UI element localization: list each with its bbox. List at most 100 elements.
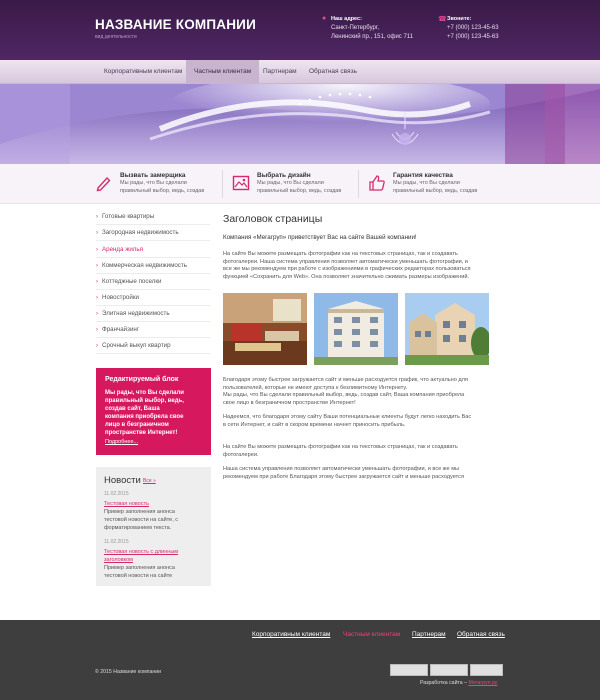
footer-link-partners[interactable]: Партнерам <box>412 631 446 638</box>
feature-divider <box>222 170 223 198</box>
paragraph-line: Благодаря этому быстрее загружается сайт… <box>223 377 468 383</box>
news-title: Новости <box>104 475 141 486</box>
news-link[interactable]: Тестовая новость <box>104 500 149 508</box>
news-link-line: заголовком <box>104 557 133 563</box>
sidebar-item-cottages[interactable]: › Коттеджные поселки <box>96 274 210 290</box>
footer-link-private[interactable]: Частным клиентам <box>343 631 400 638</box>
chevron-right-icon: › <box>96 263 98 269</box>
feature-text-line: Мы рады, что Вы сделали <box>120 180 187 186</box>
promo-block: Редактируемый блок Мы рады, что Вы сдела… <box>96 368 211 455</box>
promo-text-line: правильный выбор, ведь, <box>105 398 184 404</box>
news-block: Новости Все » 11.02.2015 Тестовая новост… <box>96 467 211 586</box>
site-footer: Корпоративным клиентам Частным клиентам … <box>0 620 600 700</box>
company-name[interactable]: НАЗВАНИЕ КОМПАНИИ <box>95 17 256 32</box>
chevron-right-icon: › <box>96 343 98 349</box>
sidebar-item-elite[interactable]: › Элитная недвижимость <box>96 306 210 322</box>
counter-badge[interactable] <box>390 664 428 676</box>
paragraph-line: рекомендуем при работе Благодаря этому б… <box>223 473 464 480</box>
promo-more-link[interactable]: Подробнее... <box>105 439 138 445</box>
news-text-line: форматированием текста. <box>104 525 172 531</box>
phone-label: Звоните: <box>447 16 472 22</box>
nav-item-corporate[interactable]: Корпоративным клиентам <box>96 60 190 84</box>
nav-item-feedback[interactable]: Обратная связь <box>301 60 365 84</box>
sidebar-item-rent[interactable]: › Аренда жилья <box>96 242 210 258</box>
pencil-icon <box>96 176 111 192</box>
sidebar-item-label: Аренда жилья <box>102 246 143 253</box>
promo-text-line: лицо в безграничном <box>105 422 169 428</box>
address-line-1: Санкт-Петербург, <box>331 25 379 31</box>
photo-townhouses[interactable] <box>405 293 489 365</box>
photo-interior[interactable] <box>223 293 307 365</box>
sidebar-item-label: Коммерческая недвижимость <box>102 262 187 269</box>
hero-banner <box>0 84 600 164</box>
page-title: Заголовок страницы <box>223 213 323 225</box>
building-image <box>314 293 398 365</box>
promo-text: Мы рады, что Вы сделали правильный выбор… <box>105 389 184 437</box>
paragraph: На сайте Вы можете размещать фотографии … <box>223 251 471 281</box>
news-text-line: тестовой новости на сайте, с <box>104 517 179 523</box>
sidebar-item-label: Новостройки <box>102 294 139 301</box>
phone-1: +7 (000) 123-45-63 <box>447 25 499 31</box>
paragraph-line: функцией «Сохранить для Web». Она позвол… <box>223 273 470 280</box>
feature-divider <box>358 170 359 198</box>
paragraph-line: фотогалереи. <box>223 451 259 458</box>
promo-text-line: пространстве Интернет! <box>105 430 178 436</box>
feature-text-line: правильный выбор, ведь, создав <box>120 187 205 194</box>
ceiling-illustration <box>0 84 600 164</box>
paragraph-line: свое лицо в безграничном пространстве Ин… <box>223 399 356 406</box>
promo-title: Редактируемый блок <box>105 376 179 383</box>
paragraph: На сайте Вы можете размещать фотографии … <box>223 444 458 459</box>
feature-text-quality: Мы рады, что Вы сделали правильный выбор… <box>393 180 477 195</box>
paragraph-line: Мы рады, что Вы сделали правильный выбор… <box>223 392 465 399</box>
phone-2: +7 (000) 123-45-63 <box>447 34 499 40</box>
photo-building[interactable] <box>314 293 398 365</box>
promo-text-line: Мы рады, что Вы сделали <box>105 390 184 396</box>
chevron-right-icon: › <box>96 279 98 285</box>
feature-text-line: Мы рады, что Вы сделали <box>257 180 324 186</box>
feature-text-measure: Мы рады, что Вы сделали правильный выбор… <box>120 180 204 195</box>
feature-title-quality[interactable]: Гарантия качества <box>393 172 453 179</box>
developer-credit: Разработка сайта – Мегагруп.ру <box>420 680 497 686</box>
sidebar-item-ready-apartments[interactable]: › Готовые квартиры <box>96 209 210 225</box>
paragraph-line: в сети Интернет, и сайт в скором времени… <box>223 421 406 428</box>
footer-link-feedback[interactable]: Обратная связь <box>457 631 505 638</box>
sidebar-item-label: Готовые квартиры <box>102 213 155 220</box>
features-bar: Вызвать замерщика Мы рады, что Вы сделал… <box>0 164 600 204</box>
sidebar-item-label: Элитная недвижимость <box>102 310 170 317</box>
townhouses-image <box>405 293 489 365</box>
news-text: Пример заполнения анонса тестовой новост… <box>104 508 178 532</box>
paragraph: Наша система управления позволяет автома… <box>223 466 464 481</box>
sidebar-item-label: Срочный выкуп квартир <box>102 342 171 349</box>
paragraph-line: На сайте Вы можете размещать фотографии … <box>223 444 458 450</box>
feature-title-design[interactable]: Выбрать дизайн <box>257 172 311 179</box>
developer-link[interactable]: Мегагруп.ру <box>468 680 497 686</box>
address-line-2: Ленинский пр., 151, офис 711 <box>331 34 414 40</box>
promo-text-line: создав сайт, Ваша <box>105 406 160 412</box>
counter-badge[interactable] <box>430 664 468 676</box>
news-link-line: Тестовая новость с длинным <box>104 549 179 555</box>
chevron-right-icon: › <box>96 311 98 317</box>
sidebar-item-country-estate[interactable]: › Загородная недвижимость <box>96 225 210 241</box>
sidebar-item-commercial[interactable]: › Коммерческая недвижимость <box>96 258 210 274</box>
nav-item-private[interactable]: Частным клиентам <box>186 60 260 84</box>
footer-link-corporate[interactable]: Корпоративным клиентам <box>252 631 330 638</box>
counter-badge[interactable] <box>470 664 503 676</box>
sidebar-item-new-buildings[interactable]: › Новостройки <box>96 290 210 306</box>
intro-text: Компания «Мегагруп» приветствует Вас на … <box>223 234 417 241</box>
paragraph: Надеемся, что благодаря этому сайту Ваши… <box>223 414 471 429</box>
chevron-right-icon: › <box>96 247 98 253</box>
nav-item-partners[interactable]: Партнерам <box>255 60 305 84</box>
news-date: 11.02.2015 <box>104 539 129 545</box>
sidebar-item-franchise[interactable]: › Франчайзинг <box>96 322 210 338</box>
news-all-link[interactable]: Все » <box>143 478 156 484</box>
news-text: Пример заполнения анонса тестовой новост… <box>104 564 175 580</box>
sidebar-item-buyout[interactable]: › Срочный выкуп квартир <box>96 338 210 354</box>
sidebar-item-label: Загородная недвижимость <box>102 229 179 236</box>
feature-title-measure[interactable]: Вызвать замерщика <box>120 172 186 179</box>
news-link[interactable]: Тестовая новость с длинным заголовком <box>104 548 178 564</box>
paragraph-line: все же мы рекомендуем при работе с изобр… <box>223 266 471 273</box>
feature-text-line: правильный выбор, ведь, создав <box>393 187 478 194</box>
main-nav: Корпоративным клиентам Частным клиентам … <box>0 60 600 84</box>
address-label: Наш адрес: <box>331 16 362 22</box>
chevron-right-icon: › <box>96 230 98 236</box>
